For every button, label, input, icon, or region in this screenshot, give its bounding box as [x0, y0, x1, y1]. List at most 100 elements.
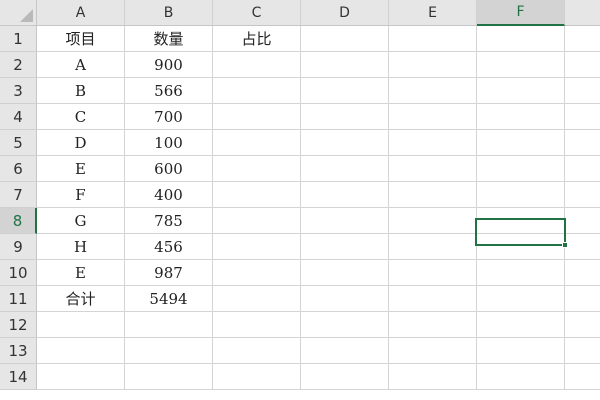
cell-d11[interactable] [301, 286, 389, 312]
cell-b9[interactable]: 456 [125, 234, 213, 260]
cell-a8[interactable]: G [37, 208, 125, 234]
cell-c12[interactable] [213, 312, 301, 338]
cell-next4[interactable] [565, 104, 600, 130]
cell-d7[interactable] [301, 182, 389, 208]
cell-next11[interactable] [565, 286, 600, 312]
cell-e3[interactable] [389, 78, 477, 104]
cell-next13[interactable] [565, 338, 600, 364]
cell-f2[interactable] [477, 52, 565, 78]
cell-b2[interactable]: 900 [125, 52, 213, 78]
cell-next6[interactable] [565, 156, 600, 182]
cell-d4[interactable] [301, 104, 389, 130]
row-header-2[interactable]: 2 [0, 52, 37, 78]
cell-b7[interactable]: 400 [125, 182, 213, 208]
cell-f12[interactable] [477, 312, 565, 338]
cell-f11[interactable] [477, 286, 565, 312]
cell-b1[interactable]: 数量 [125, 26, 213, 52]
cell-c3[interactable] [213, 78, 301, 104]
column-header-a[interactable]: A [37, 0, 125, 26]
cell-c14[interactable] [213, 364, 301, 390]
cell-d1[interactable] [301, 26, 389, 52]
row-header-6[interactable]: 6 [0, 156, 37, 182]
cell-e9[interactable] [389, 234, 477, 260]
cell-next9[interactable] [565, 234, 600, 260]
cell-f6[interactable] [477, 156, 565, 182]
cell-d12[interactable] [301, 312, 389, 338]
cell-f3[interactable] [477, 78, 565, 104]
cell-next2[interactable] [565, 52, 600, 78]
row-header-4[interactable]: 4 [0, 104, 37, 130]
column-header-next[interactable] [565, 0, 600, 26]
cell-a10[interactable]: E [37, 260, 125, 286]
cell-next14[interactable] [565, 364, 600, 390]
cell-a2[interactable]: A [37, 52, 125, 78]
cell-e13[interactable] [389, 338, 477, 364]
cell-b3[interactable]: 566 [125, 78, 213, 104]
cell-c11[interactable] [213, 286, 301, 312]
cell-c2[interactable] [213, 52, 301, 78]
cell-c7[interactable] [213, 182, 301, 208]
cell-f9[interactable] [477, 234, 565, 260]
cell-e6[interactable] [389, 156, 477, 182]
cell-c1[interactable]: 占比 [213, 26, 301, 52]
cell-a13[interactable] [37, 338, 125, 364]
cell-d13[interactable] [301, 338, 389, 364]
cell-e12[interactable] [389, 312, 477, 338]
cell-b13[interactable] [125, 338, 213, 364]
cell-f8[interactable] [477, 208, 565, 234]
cell-a1[interactable]: 项目 [37, 26, 125, 52]
cell-e11[interactable] [389, 286, 477, 312]
column-header-e[interactable]: E [389, 0, 477, 26]
row-header-3[interactable]: 3 [0, 78, 37, 104]
cell-a3[interactable]: B [37, 78, 125, 104]
cell-next5[interactable] [565, 130, 600, 156]
row-header-13[interactable]: 13 [0, 338, 37, 364]
cell-e2[interactable] [389, 52, 477, 78]
cell-c10[interactable] [213, 260, 301, 286]
row-header-7[interactable]: 7 [0, 182, 37, 208]
cell-a12[interactable] [37, 312, 125, 338]
cell-b4[interactable]: 700 [125, 104, 213, 130]
row-header-8[interactable]: 8 [0, 208, 37, 234]
cell-d8[interactable] [301, 208, 389, 234]
cell-b8[interactable]: 785 [125, 208, 213, 234]
cell-e7[interactable] [389, 182, 477, 208]
cell-d10[interactable] [301, 260, 389, 286]
cell-a5[interactable]: D [37, 130, 125, 156]
cell-e1[interactable] [389, 26, 477, 52]
cell-f13[interactable] [477, 338, 565, 364]
cell-a11[interactable]: 合计 [37, 286, 125, 312]
row-header-10[interactable]: 10 [0, 260, 37, 286]
row-header-14[interactable]: 14 [0, 364, 37, 390]
select-all-corner[interactable] [0, 0, 37, 26]
column-header-c[interactable]: C [213, 0, 301, 26]
cell-a6[interactable]: E [37, 156, 125, 182]
cell-b5[interactable]: 100 [125, 130, 213, 156]
cell-next3[interactable] [565, 78, 600, 104]
cell-b12[interactable] [125, 312, 213, 338]
column-header-f[interactable]: F [477, 0, 565, 26]
cell-f1[interactable] [477, 26, 565, 52]
column-header-b[interactable]: B [125, 0, 213, 26]
row-header-9[interactable]: 9 [0, 234, 37, 260]
cell-a9[interactable]: H [37, 234, 125, 260]
cell-e8[interactable] [389, 208, 477, 234]
cell-b10[interactable]: 987 [125, 260, 213, 286]
row-header-5[interactable]: 5 [0, 130, 37, 156]
cell-next7[interactable] [565, 182, 600, 208]
cell-c8[interactable] [213, 208, 301, 234]
cell-e5[interactable] [389, 130, 477, 156]
cell-d5[interactable] [301, 130, 389, 156]
cell-next8[interactable] [565, 208, 600, 234]
cell-e10[interactable] [389, 260, 477, 286]
row-header-11[interactable]: 11 [0, 286, 37, 312]
cell-b14[interactable] [125, 364, 213, 390]
cell-c9[interactable] [213, 234, 301, 260]
spreadsheet-grid[interactable]: A B C D E F 1 项目 数量 占比 2 A 900 3 B 566 4 C 700 5 D 100 6 E 600 7 F… [0, 0, 600, 400]
cell-b11[interactable]: 5494 [125, 286, 213, 312]
cell-next12[interactable] [565, 312, 600, 338]
cell-c4[interactable] [213, 104, 301, 130]
cell-f4[interactable] [477, 104, 565, 130]
row-header-1[interactable]: 1 [0, 26, 37, 52]
cell-d14[interactable] [301, 364, 389, 390]
